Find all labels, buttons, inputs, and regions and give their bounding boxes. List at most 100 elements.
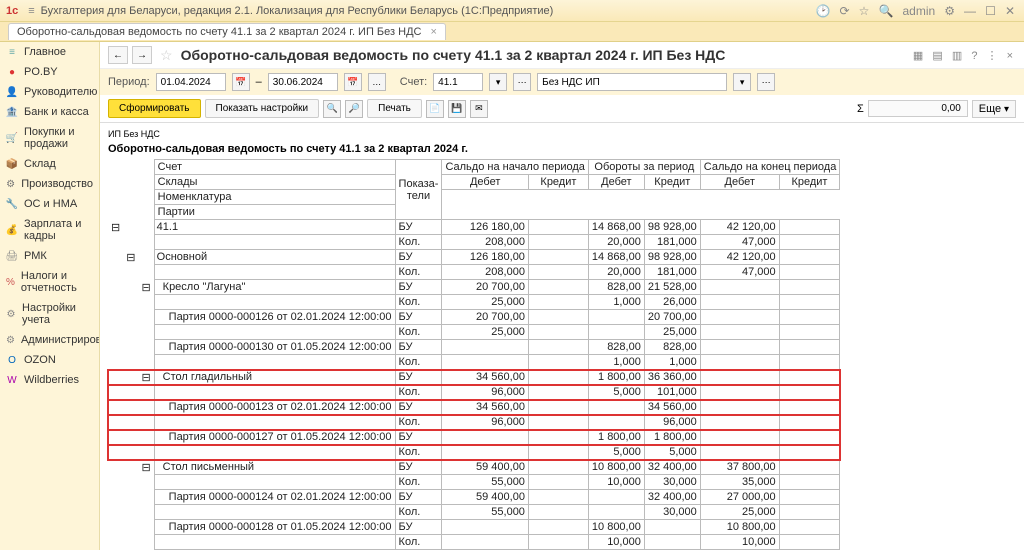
table-row[interactable]: ⊟Стол гладильныйБУ34 560,001 800,0036 36… <box>108 370 840 385</box>
org-dd-icon[interactable]: ▾ <box>733 73 751 91</box>
sidebar-item-label: РМК <box>24 250 47 262</box>
settings-icon[interactable]: ⚙ <box>944 4 955 18</box>
sidebar-icon: ⚙ <box>6 178 15 190</box>
date-to-input[interactable] <box>268 73 338 91</box>
menu-icon[interactable]: ≡ <box>28 5 34 17</box>
search-icon[interactable]: 🔍 <box>878 4 893 18</box>
sidebar-item[interactable]: ⚙Настройки учета <box>0 298 99 330</box>
table-row[interactable]: Партия 0000-000127 от 01.05.2024 12:00:0… <box>108 430 840 445</box>
nav-back-button[interactable]: ← <box>108 46 128 64</box>
sidebar-item-label: Налоги и отчетность <box>21 270 93 294</box>
sidebar-item[interactable]: 💰Зарплата и кадры <box>0 214 99 246</box>
find-icon[interactable]: 🔍 <box>323 100 341 118</box>
sidebar-item[interactable]: 🔧ОС и НМА <box>0 194 99 214</box>
table-row[interactable]: ⊟Кресло "Лагуна"БУ20 700,00828,0021 528,… <box>108 280 840 295</box>
user-label[interactable]: admin <box>902 4 935 18</box>
org-open-icon[interactable]: ⋯ <box>757 73 775 91</box>
mail-icon[interactable]: ✉ <box>470 100 488 118</box>
sidebar-item-label: Руководителю <box>24 86 97 98</box>
org-input[interactable] <box>537 73 727 91</box>
page-title: Оборотно-сальдовая ведомость по счету 41… <box>181 47 906 63</box>
chart-icon[interactable]: ▥ <box>952 50 962 62</box>
calc-icon[interactable]: ▤ <box>932 50 942 62</box>
table-row[interactable]: Кол.5,0005,000 <box>108 445 840 460</box>
account-label: Счет: <box>400 76 427 88</box>
print-button[interactable]: Печать <box>367 99 422 118</box>
sidebar-icon: % <box>6 276 15 288</box>
table-row[interactable]: ⊟ОсновнойБУ126 180,0014 868,0098 928,004… <box>108 250 840 265</box>
sidebar-item-label: OZON <box>24 354 56 366</box>
date-from-picker-icon[interactable]: 📅 <box>232 73 250 91</box>
table-row[interactable]: Кол.25,00025,000 <box>108 325 840 340</box>
tab-report[interactable]: Оборотно-сальдовая ведомость по счету 41… <box>8 23 446 40</box>
toolbar: Сформировать Показать настройки 🔍 🔎 Печа… <box>100 95 1024 123</box>
table-row[interactable]: Кол.55,00030,00025,000 <box>108 505 840 520</box>
table-row[interactable]: Кол.55,00010,00030,00035,000 <box>108 475 840 490</box>
sidebar-item[interactable]: 🏦 Банк и касса <box>0 102 99 122</box>
table-row[interactable]: Кол.96,0005,000101,000 <box>108 385 840 400</box>
date-to-picker-icon[interactable]: 📅 <box>344 73 362 91</box>
table-row[interactable]: ⊟41.1БУ126 180,0014 868,0098 928,0042 12… <box>108 220 840 235</box>
help-icon[interactable]: ? <box>971 50 977 62</box>
period-select-icon[interactable]: … <box>368 73 386 91</box>
sidebar-item[interactable]: 🛒Покупки и продажи <box>0 122 99 154</box>
table-row[interactable]: Кол.10,00010,000 <box>108 535 840 550</box>
table-row[interactable]: Партия 0000-000123 от 02.01.2024 12:00:0… <box>108 400 840 415</box>
favorite-icon[interactable]: ☆ <box>160 47 173 64</box>
save-icon[interactable]: 💾 <box>448 100 466 118</box>
table-row[interactable]: Кол.1,0001,000 <box>108 355 840 370</box>
sidebar-item[interactable]: ⚙Администрирование <box>0 330 99 350</box>
period-label: Период: <box>108 76 150 88</box>
nav-fwd-button[interactable]: → <box>132 46 152 64</box>
table-row[interactable]: Партия 0000-000128 от 01.05.2024 12:00:0… <box>108 520 840 535</box>
table-row[interactable]: Партия 0000-000126 от 02.01.2024 12:00:0… <box>108 310 840 325</box>
sidebar-icon: 🔧 <box>6 198 18 210</box>
sidebar-item[interactable]: ⚙Производство <box>0 174 99 194</box>
table-row[interactable]: Кол.208,00020,000181,00047,000 <box>108 265 840 280</box>
table-row[interactable]: Кол.25,0001,00026,000 <box>108 295 840 310</box>
date-from-input[interactable] <box>156 73 226 91</box>
star-icon[interactable]: ☆ <box>859 4 870 18</box>
report-area[interactable]: ИП Без НДС Оборотно-сальдовая ведомость … <box>100 123 1024 550</box>
sidebar-icon: 🏦 <box>6 106 18 118</box>
table-row[interactable]: Кол.96,00096,000 <box>108 415 840 430</box>
sidebar-item[interactable]: ●PO.BY <box>0 62 99 82</box>
sidebar-item[interactable]: WWildberries <box>0 370 99 390</box>
menu-dots-icon[interactable]: ⋮ <box>987 50 998 62</box>
show-settings-button[interactable]: Показать настройки <box>205 99 320 118</box>
maximize-icon[interactable]: ☐ <box>985 4 996 18</box>
account-dd-icon[interactable]: ▾ <box>489 73 507 91</box>
sidebar-item[interactable]: ≡Главное <box>0 42 99 62</box>
bell-icon[interactable]: 🕑 <box>815 4 830 18</box>
sidebar-item-label: Банк и касса <box>24 106 89 118</box>
sidebar-icon: 🛒 <box>6 132 18 144</box>
refresh-icon[interactable]: ⟳ <box>840 4 850 18</box>
sidebar-icon: 📦 <box>6 158 18 170</box>
sidebar-item[interactable]: OOZON <box>0 350 99 370</box>
table-row[interactable]: ⊟Стол письменныйБУ59 400,0010 800,0032 4… <box>108 460 840 475</box>
minimize-icon[interactable]: — <box>964 4 976 18</box>
find-next-icon[interactable]: 🔎 <box>345 100 363 118</box>
sidebar-item[interactable]: 👤Руководителю <box>0 82 99 102</box>
close-icon[interactable]: ✕ <box>1005 4 1015 18</box>
account-input[interactable] <box>433 73 483 91</box>
form-button[interactable]: Сформировать <box>108 99 201 118</box>
content-header: ← → ☆ Оборотно-сальдовая ведомость по сч… <box>100 42 1024 69</box>
sidebar-item[interactable]: % Налоги и отчетность <box>0 266 99 298</box>
sum-value: 0,00 <box>868 100 968 117</box>
sidebar-item[interactable]: 🖨РМК <box>0 246 99 266</box>
sidebar-item-label: Настройки учета <box>22 302 93 326</box>
account-open-icon[interactable]: ⋯ <box>513 73 531 91</box>
tab-close-icon[interactable]: × <box>431 26 437 38</box>
table-row[interactable]: Партия 0000-000130 от 01.05.2024 12:00:0… <box>108 340 840 355</box>
more-button[interactable]: Еще ▾ <box>972 100 1016 118</box>
export-icon[interactable]: 📄 <box>426 100 444 118</box>
close-panel-icon[interactable]: × <box>1007 50 1013 62</box>
print-preview-icon[interactable]: ▦ <box>913 50 923 62</box>
sidebar-icon: 💰 <box>6 224 18 236</box>
tab-label: Оборотно-сальдовая ведомость по счету 41… <box>17 26 421 38</box>
sum-icon: Σ <box>857 103 864 115</box>
table-row[interactable]: Кол.208,00020,000181,00047,000 <box>108 235 840 250</box>
table-row[interactable]: Партия 0000-000124 от 02.01.2024 12:00:0… <box>108 490 840 505</box>
sidebar-item[interactable]: 📦Склад <box>0 154 99 174</box>
